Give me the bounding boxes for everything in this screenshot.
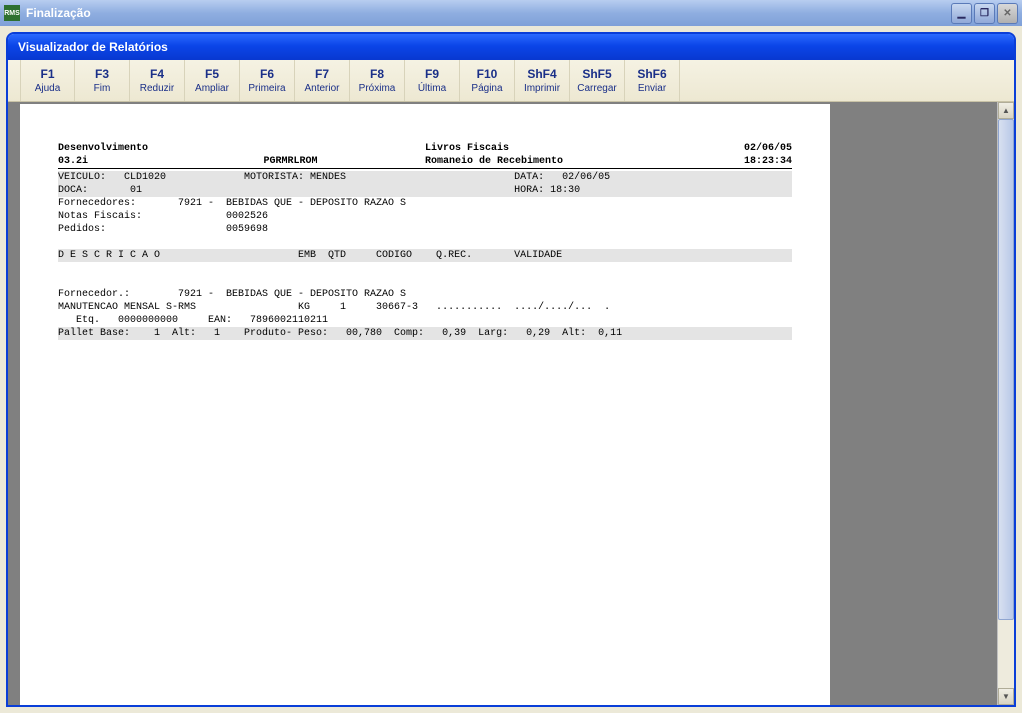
report-band-doca: DOCA: 01 HORA: 18:30 — [58, 184, 792, 197]
fkey-label: F6 — [260, 67, 274, 81]
toolbar-label: Primeira — [248, 83, 285, 94]
toolbar-label: Imprimir — [524, 83, 560, 94]
fkey-label: ShF6 — [637, 67, 666, 81]
window-controls: ▁ ❐ ✕ — [951, 3, 1018, 24]
scroll-track[interactable] — [998, 119, 1014, 688]
scroll-down-button[interactable]: ▼ — [998, 688, 1014, 705]
toolbar-label: Enviar — [638, 83, 666, 94]
report-band-descricao: D E S C R I C A O EMB QTD CODIGO Q.REC. … — [58, 249, 792, 262]
toolbar-btn-imprimir[interactable]: ShF4 Imprimir — [515, 60, 570, 101]
outer-titlebar: RMS Finalização ▁ ❐ ✕ — [0, 0, 1022, 26]
report-header: Desenvolvimento Livros Fiscais 02/06/05 … — [58, 142, 792, 169]
toolbar-label: Fim — [94, 83, 111, 94]
toolbar-btn-ampliar[interactable]: F5 Ampliar — [185, 60, 240, 101]
toolbar: F1 Ajuda F3 Fim F4 Reduzir F5 Ampliar F6 — [8, 60, 1014, 102]
toolbar-btn-fim[interactable]: F3 Fim — [75, 60, 130, 101]
toolbar-label: Próxima — [359, 83, 396, 94]
toolbar-btn-primeira[interactable]: F6 Primeira — [240, 60, 295, 101]
toolbar-btn-pagina[interactable]: F10 Página — [460, 60, 515, 101]
toolbar-label: Anterior — [304, 83, 339, 94]
vertical-scrollbar[interactable]: ▲ ▼ — [997, 102, 1014, 705]
scroll-thumb[interactable] — [998, 119, 1014, 620]
toolbar-btn-ultima[interactable]: F9 Última — [405, 60, 460, 101]
toolbar-btn-carregar[interactable]: ShF5 Carregar — [570, 60, 625, 101]
fkey-label: F8 — [370, 67, 384, 81]
fkey-label: F5 — [205, 67, 219, 81]
fkey-label: ShF4 — [527, 67, 556, 81]
outer-body: Visualizador de Relatórios F1 Ajuda F3 F… — [0, 26, 1022, 713]
toolbar-label: Carregar — [577, 83, 616, 94]
report-row-notas: Notas Fiscais: 0002526 — [58, 210, 792, 223]
toolbar-btn-enviar[interactable]: ShF6 Enviar — [625, 60, 680, 101]
scroll-up-button[interactable]: ▲ — [998, 102, 1014, 119]
fkey-label: F3 — [95, 67, 109, 81]
report-viewer-window: Visualizador de Relatórios F1 Ajuda F3 F… — [6, 32, 1016, 707]
report-band-pallet: Pallet Base: 1 Alt: 1 Produto- Peso: 00,… — [58, 327, 792, 340]
fkey-label: F9 — [425, 67, 439, 81]
report-row-fornecedor2: Fornecedor.: 7921 - BEBIDAS QUE - DEPOSI… — [58, 288, 792, 301]
inner-window-title: Visualizador de Relatórios — [18, 40, 168, 54]
report-row-pedidos: Pedidos: 0059698 — [58, 223, 792, 236]
report-row-manutencao: MANUTENCAO MENSAL S-RMS KG 1 30667-3 ...… — [58, 301, 792, 314]
fkey-label: F7 — [315, 67, 329, 81]
fkey-label: F1 — [40, 67, 54, 81]
report-band-veiculo: VEICULO: CLD1020 MOTORISTA: MENDES DATA:… — [58, 171, 792, 184]
toolbar-label: Ampliar — [195, 83, 229, 94]
minimize-button[interactable]: ▁ — [951, 3, 972, 24]
report-row-etq: Etq. 0000000000 EAN: 7896002110211 — [58, 314, 792, 327]
maximize-button[interactable]: ❐ — [974, 3, 995, 24]
hdr-time: 18:23:34 — [689, 155, 792, 168]
report-row-fornecedores: Fornecedores: 7921 - BEBIDAS QUE - DEPOS… — [58, 197, 792, 210]
report-page: Desenvolvimento Livros Fiscais 02/06/05 … — [20, 104, 830, 705]
toolbar-btn-ajuda[interactable]: F1 Ajuda — [20, 60, 75, 101]
app-icon: RMS — [4, 5, 20, 21]
hdr-version: 03.2i — [58, 155, 264, 168]
hdr-program: PGRMRLROM — [264, 155, 425, 168]
toolbar-label: Última — [418, 83, 446, 94]
toolbar-label: Ajuda — [35, 83, 61, 94]
outer-window-title: Finalização — [26, 6, 951, 20]
inner-titlebar: Visualizador de Relatórios — [8, 34, 1014, 60]
toolbar-btn-proxima[interactable]: F8 Próxima — [350, 60, 405, 101]
toolbar-label: Página — [471, 83, 502, 94]
hdr-title: Romaneio de Recebimento — [425, 155, 689, 168]
toolbar-label: Reduzir — [140, 83, 174, 94]
hdr-company: Desenvolvimento — [58, 142, 264, 155]
fkey-label: ShF5 — [582, 67, 611, 81]
close-button[interactable]: ✕ — [997, 3, 1018, 24]
report-content-area: Desenvolvimento Livros Fiscais 02/06/05 … — [8, 102, 1014, 705]
fkey-label: F4 — [150, 67, 164, 81]
fkey-label: F10 — [477, 67, 498, 81]
hdr-module: Livros Fiscais — [425, 142, 689, 155]
application-window: RMS Finalização ▁ ❐ ✕ Visualizador de Re… — [0, 0, 1022, 713]
toolbar-btn-reduzir[interactable]: F4 Reduzir — [130, 60, 185, 101]
hdr-date: 02/06/05 — [689, 142, 792, 155]
toolbar-btn-anterior[interactable]: F7 Anterior — [295, 60, 350, 101]
